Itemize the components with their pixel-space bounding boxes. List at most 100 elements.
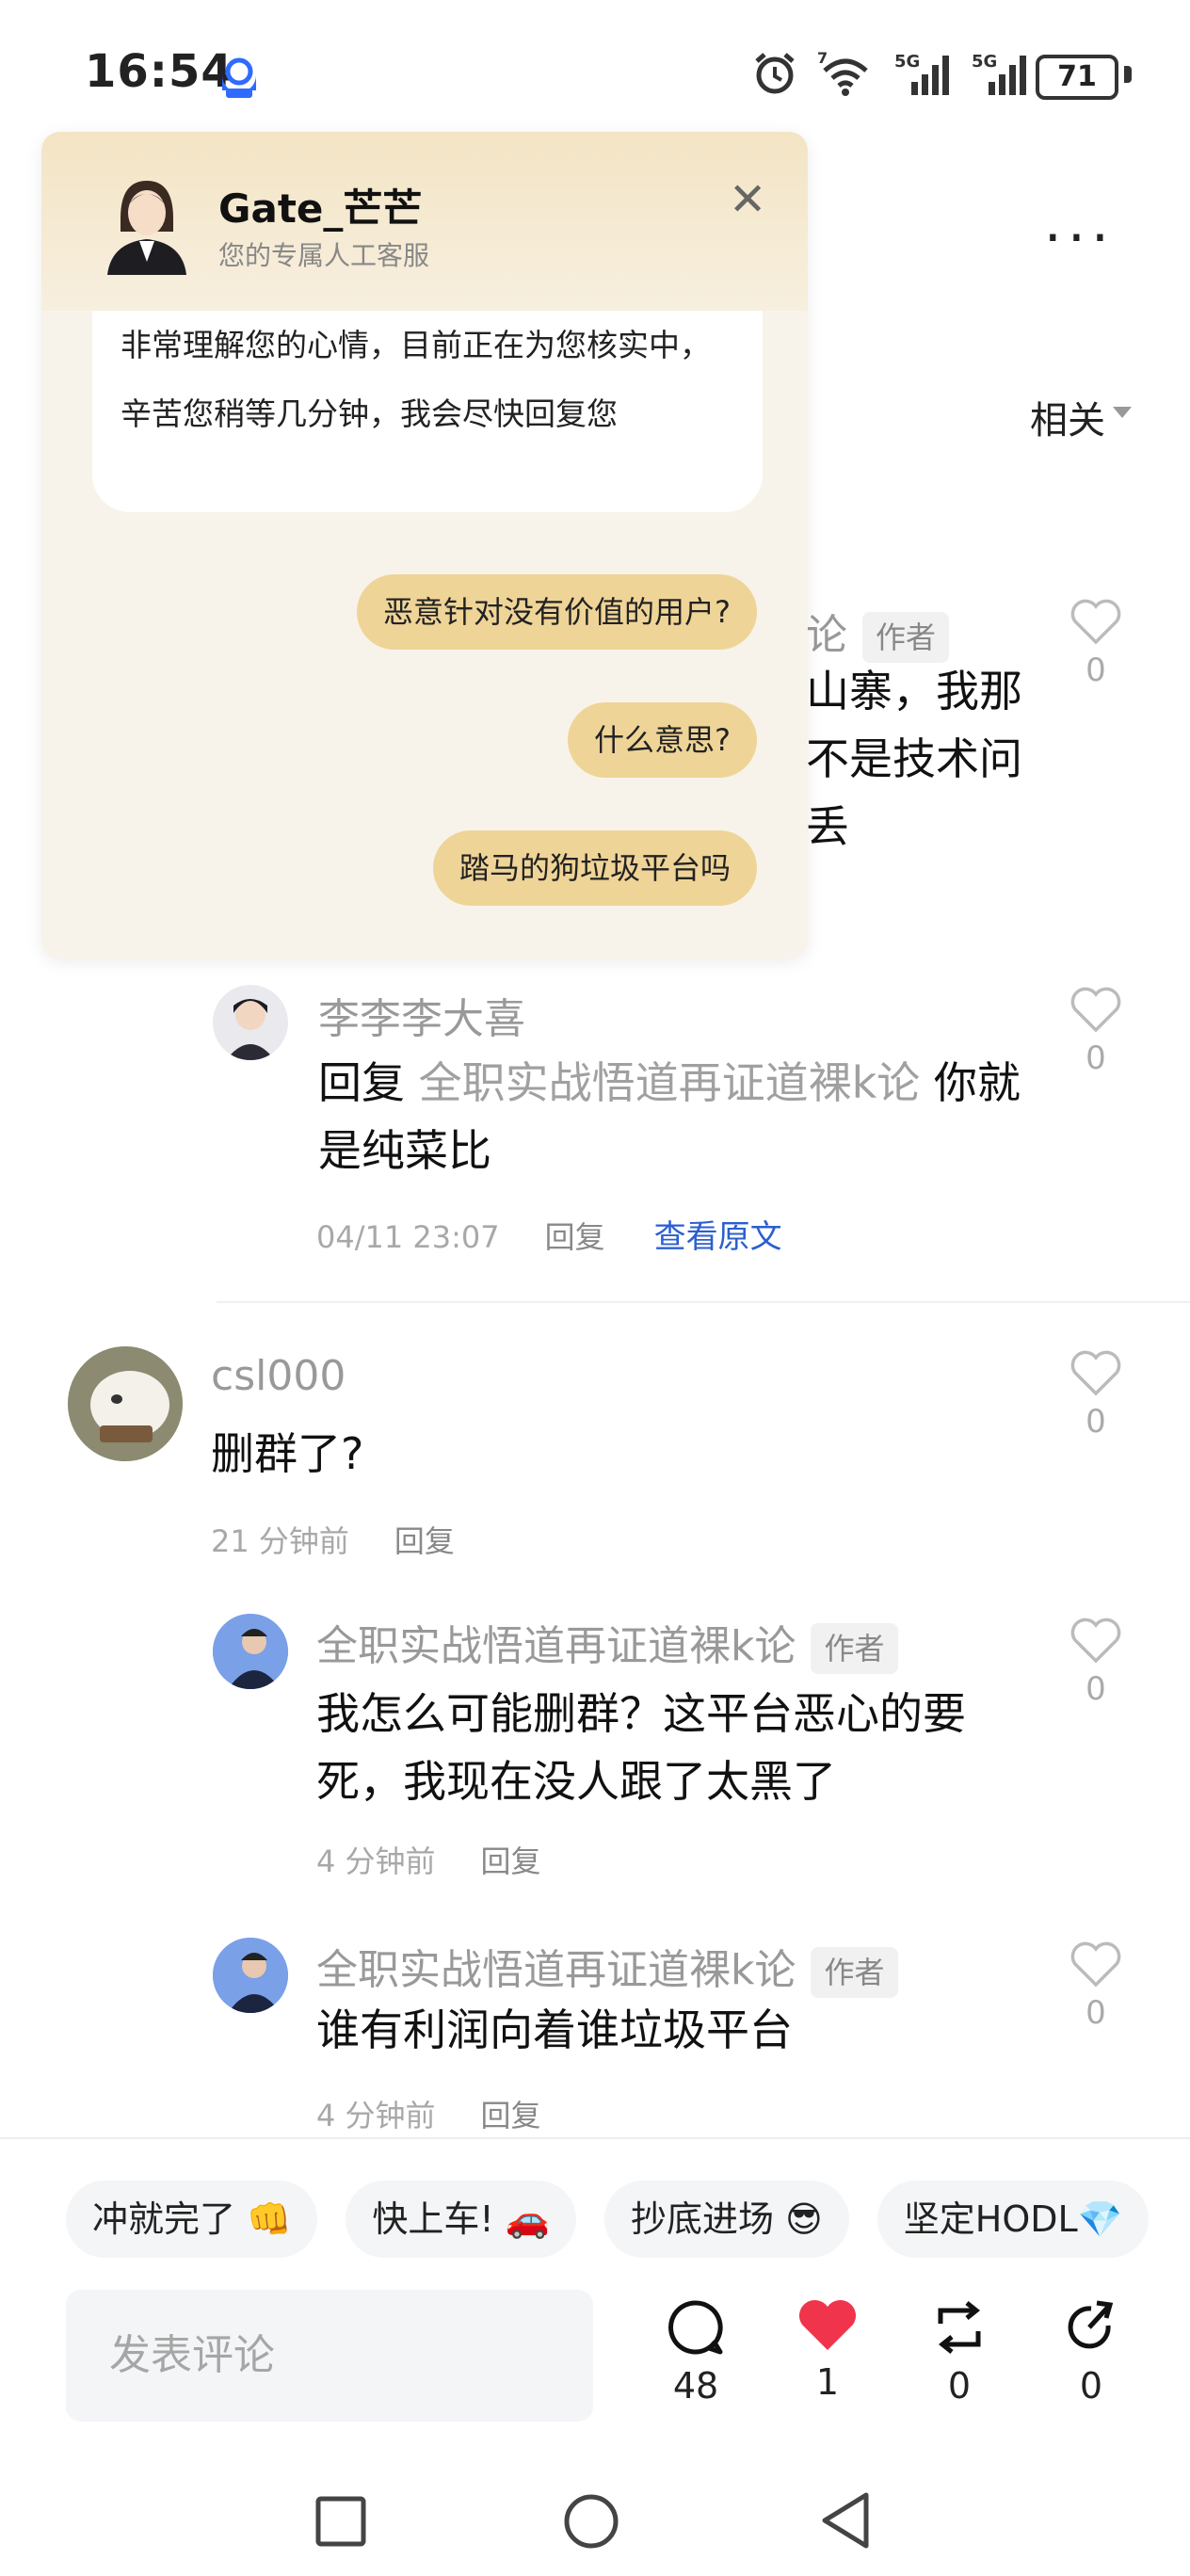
like-button[interactable]: 0	[1068, 599, 1124, 689]
incoming-message: 非常理解您的心情，目前正在为您核实中，辛苦您稍等几分钟，我会尽快回复您	[92, 311, 763, 512]
like-count: 0	[1085, 1403, 1106, 1441]
comment-text: 我怎么可能删群？这平台恶心的要死，我现在没人跟了太黑了	[316, 1688, 966, 1807]
quick-reply-row: 冲就完了 👊 快上车! 🚗 抄底进场 😎 坚定HODL💎	[66, 2181, 1149, 2258]
comment-item: 全职实战悟道再证道裸k论 作者 我怎么可能删群？这平台恶心的要死，我现在没人跟了太…	[0, 1612, 1190, 1894]
svg-text:5G: 5G	[894, 52, 920, 72]
status-time: 16:54	[85, 45, 233, 98]
comment-text: 回复 全职实战悟道再证道裸k论 你就是纯菜比	[318, 1057, 1021, 1176]
outgoing-message: 什么意思?	[568, 702, 757, 778]
partial-comment-author: 论作者	[806, 601, 950, 663]
like-button[interactable]: 0	[1068, 987, 1124, 1077]
comment-time: 21 分钟前	[211, 1523, 349, 1559]
like-button[interactable]: 0	[1068, 1350, 1124, 1441]
reply-button[interactable]: 回复	[481, 2098, 541, 2133]
comment-input[interactable]: 发表评论	[66, 2290, 593, 2422]
comment-item: 李李李大喜 回复 全职实战悟道再证道裸k论 你就是纯菜比 04/11 23:07…	[0, 979, 1190, 1262]
heart-outline-icon	[1070, 987, 1121, 1033]
close-icon[interactable]: ✕	[729, 173, 766, 226]
author-tag: 作者	[811, 1623, 898, 1674]
like-count: 0	[1085, 652, 1106, 689]
comment-author[interactable]: 全职实战悟道再证道裸k论 作者	[316, 1936, 898, 1998]
like-button[interactable]: 0	[1068, 1941, 1124, 2032]
battery-indicator: 71	[1036, 55, 1118, 100]
status-bar: 16:54 7 5G 5G 71	[0, 0, 1190, 141]
avatar[interactable]	[213, 1614, 288, 1689]
home-icon[interactable]	[563, 2493, 619, 2550]
svg-text:7: 7	[817, 50, 828, 67]
agent-subtitle: 您的专属人工客服	[218, 240, 430, 271]
divider	[217, 1301, 1190, 1303]
reply-button[interactable]: 回复	[545, 1219, 605, 1255]
heart-outline-icon	[1070, 1618, 1121, 1664]
reply-button[interactable]: 回复	[394, 1523, 455, 1559]
back-icon[interactable]	[817, 2491, 874, 2550]
comment-time: 4 分钟前	[316, 2098, 436, 2133]
like-count: 0	[1085, 1994, 1106, 2032]
comment-item: csl000 删群了? 21 分钟前 回复 0	[0, 1343, 1190, 1569]
outgoing-message: 恶意针对没有价值的用户?	[357, 574, 757, 650]
author-tag: 作者	[862, 612, 950, 663]
quick-reply-chip[interactable]: 快上车! 🚗	[346, 2181, 577, 2258]
reply-button[interactable]: 回复	[481, 1843, 541, 1879]
share-button[interactable]: 0	[1049, 2297, 1134, 2407]
comments-button[interactable]: 48	[653, 2297, 738, 2407]
recent-apps-icon[interactable]	[314, 2495, 367, 2548]
comments-count: 48	[672, 2365, 719, 2407]
signal-5g-icon: 5G	[894, 52, 949, 95]
comment-item: 全职实战悟道再证道裸k论 作者 谁有利润向着谁垃圾平台 4 分钟前 回复 0	[0, 1936, 1190, 2143]
quick-reply-chip[interactable]: 冲就完了 👊	[66, 2181, 318, 2258]
heart-outline-icon	[1070, 1941, 1121, 1988]
avatar[interactable]	[213, 1938, 288, 2013]
comment-time: 4 分钟前	[316, 1843, 436, 1879]
comment-author[interactable]: csl000	[211, 1352, 346, 1400]
app-notification-icon	[215, 53, 264, 102]
comment-meta: 21 分钟前 回复	[211, 1518, 455, 1561]
comment-meta: 4 分钟前 回复	[316, 1838, 541, 1881]
divider	[0, 2137, 1190, 2139]
like-post-button[interactable]: 1	[785, 2297, 870, 2403]
customer-service-chat-popup: Gate_芒芒 您的专属人工客服 ✕ 非常理解您的心情，目前正在为您核实中，辛苦…	[41, 132, 808, 958]
repost-button[interactable]: 0	[917, 2297, 1002, 2407]
system-nav-bar	[0, 2467, 1190, 2576]
partial-comment-line: 丢	[806, 801, 849, 852]
comment-text: 谁有利润向着谁垃圾平台	[316, 2004, 793, 2055]
heart-outline-icon	[1070, 599, 1121, 645]
alarm-icon	[755, 53, 795, 94]
view-original-link[interactable]: 查看原文	[654, 1218, 782, 1256]
svg-text:5G: 5G	[972, 52, 997, 72]
like-button[interactable]: 0	[1068, 1618, 1124, 1708]
repost-icon	[938, 2301, 981, 2354]
wifi-icon: 7	[817, 50, 868, 96]
sort-dropdown[interactable]: 相关	[1030, 390, 1105, 444]
comment-author[interactable]: 全职实战悟道再证道裸k论 作者	[316, 1612, 898, 1674]
quick-reply-chip[interactable]: 坚定HODL💎	[876, 2181, 1149, 2258]
likes-count: 1	[815, 2361, 840, 2403]
shares-count: 0	[1079, 2365, 1103, 2407]
agent-avatar	[102, 171, 192, 275]
heart-outline-icon	[1070, 1350, 1121, 1396]
avatar[interactable]	[68, 1346, 183, 1461]
chevron-down-icon[interactable]	[1113, 407, 1132, 418]
battery-tip	[1124, 66, 1132, 83]
more-options-icon[interactable]: ···	[1044, 205, 1115, 271]
comment-meta: 4 分钟前 回复	[316, 2092, 541, 2135]
reply-target-link[interactable]: 全职实战悟道再证道裸k论	[419, 1057, 921, 1108]
like-count: 0	[1085, 1670, 1106, 1708]
outgoing-message: 踏马的狗垃圾平台吗	[432, 830, 757, 906]
signal-5g-icon-2: 5G	[972, 52, 1026, 95]
heart-filled-icon	[798, 2299, 857, 2350]
partial-comment-line: 山寨，我那	[806, 666, 1022, 716]
author-tag: 作者	[811, 1947, 898, 1998]
share-icon	[1068, 2300, 1114, 2349]
partial-comment-line: 不是技术问	[806, 733, 1022, 784]
avatar[interactable]	[213, 985, 288, 1060]
comment-time: 04/11 23:07	[316, 1219, 500, 1255]
like-count: 0	[1085, 1039, 1106, 1077]
quick-reply-chip[interactable]: 抄底进场 😎	[604, 2181, 849, 2258]
comment-icon	[668, 2300, 723, 2355]
reposts-count: 0	[947, 2365, 972, 2407]
comment-text: 删群了?	[211, 1428, 364, 1479]
comment-meta: 04/11 23:07 回复 查看原文	[316, 1211, 782, 1257]
agent-name: Gate_芒芒	[218, 185, 423, 232]
comment-author[interactable]: 李李李大喜	[318, 985, 525, 1045]
